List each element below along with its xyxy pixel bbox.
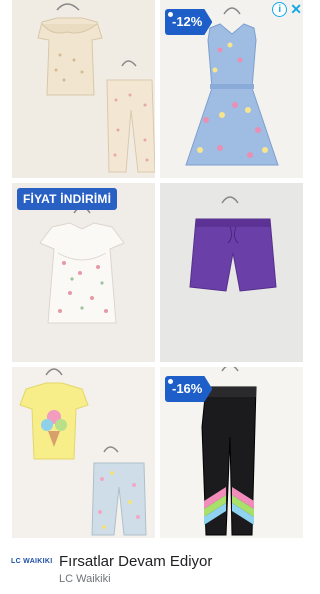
discount-badge-text: -12% — [172, 14, 203, 29]
discount-badge: -16% — [165, 376, 212, 402]
tshirt-set-image — [19, 368, 147, 536]
product-tile-leggings[interactable]: -16% — [160, 367, 303, 538]
product-grid: -12% i ✕ FİYAT İNDİRİMİ -16% — [0, 0, 303, 540]
ad-footer[interactable]: LC WAIKIKI Fırsatlar Devam Ediyor LC Wai… — [0, 540, 303, 594]
badge-dot-icon — [168, 379, 173, 384]
adchoices[interactable]: i ✕ — [272, 2, 302, 17]
info-icon[interactable]: i — [272, 2, 288, 17]
product-tile-shorts[interactable] — [160, 183, 303, 362]
advertiser-name: LC Waikiki — [59, 573, 111, 585]
ad-headline[interactable]: Fırsatlar Devam Ediyor — [59, 553, 212, 570]
discount-badge-text: -16% — [172, 381, 203, 396]
product-tile-dress[interactable]: -12% i ✕ — [160, 0, 303, 178]
product-tile-blouse-set[interactable] — [12, 0, 155, 178]
blouse-set-image — [37, 3, 155, 173]
badge-dot-icon — [168, 12, 173, 17]
discount-badge: -12% — [165, 9, 212, 35]
price-drop-banner: FİYAT İNDİRİMİ — [17, 188, 118, 210]
product-tile-tshirt-set[interactable] — [12, 367, 155, 538]
brand-logo[interactable]: LC WAIKIKI — [11, 558, 53, 565]
close-icon[interactable]: ✕ — [290, 2, 302, 16]
product-tile-printed-blouse[interactable]: FİYAT İNDİRİMİ — [12, 183, 155, 362]
shorts-image — [189, 196, 277, 292]
